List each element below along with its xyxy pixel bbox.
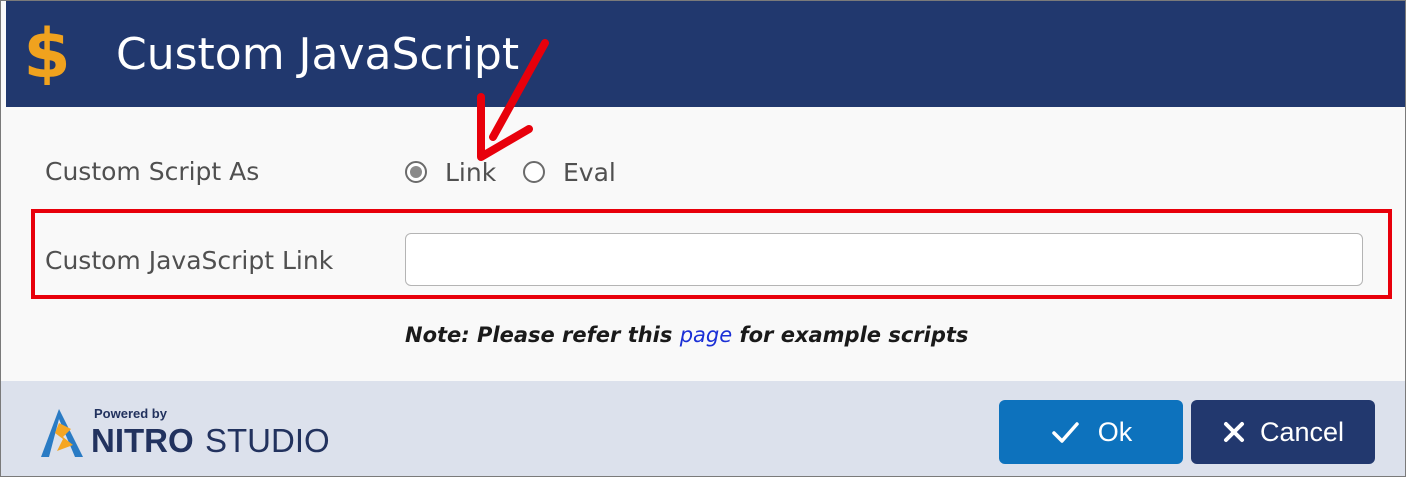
- dialog-body: Custom Script As Link Eval Custom JavaSc…: [1, 107, 1405, 381]
- ok-button-label: Ok: [1097, 416, 1133, 447]
- note-text: Note: Please refer this page for example…: [405, 320, 968, 350]
- cancel-button[interactable]: Cancel: [1191, 400, 1375, 464]
- example-scripts-page-link[interactable]: page: [680, 323, 732, 347]
- dialog-footer: Powered by NITRO STUDIO Ok Cancel: [1, 381, 1405, 476]
- logo-nitro-text: NITRO: [91, 422, 194, 459]
- custom-javascript-link-input[interactable]: [405, 233, 1363, 286]
- cancel-button-label: Cancel: [1259, 416, 1345, 447]
- radio-link-selected[interactable]: [405, 161, 427, 183]
- custom-javascript-link-label: Custom JavaScript Link: [45, 246, 334, 275]
- dialog-title: Custom JavaScript: [116, 29, 520, 80]
- dollar-sign-icon: $: [23, 15, 70, 85]
- radio-eval-label: Eval: [563, 158, 616, 187]
- nitro-studio-logo: Powered by NITRO STUDIO: [37, 405, 337, 461]
- logo-powered-by: Powered by: [94, 406, 167, 421]
- annotation-arrow-icon: [477, 39, 549, 161]
- nitro-logo-mark-icon: [41, 409, 83, 457]
- checkmark-icon: [1051, 422, 1079, 443]
- ok-button[interactable]: Ok: [999, 400, 1183, 464]
- logo-studio-text: STUDIO: [205, 422, 330, 459]
- custom-javascript-dialog: $ Custom JavaScript Custom Script As Lin…: [0, 0, 1406, 477]
- svg-text:$: $: [23, 15, 70, 85]
- note-suffix: for example scripts: [732, 323, 969, 347]
- close-icon: [1223, 422, 1244, 442]
- dialog-header: $ Custom JavaScript: [6, 1, 1405, 107]
- custom-script-as-label: Custom Script As: [45, 157, 260, 186]
- note-prefix: Note: Please refer this: [405, 323, 680, 347]
